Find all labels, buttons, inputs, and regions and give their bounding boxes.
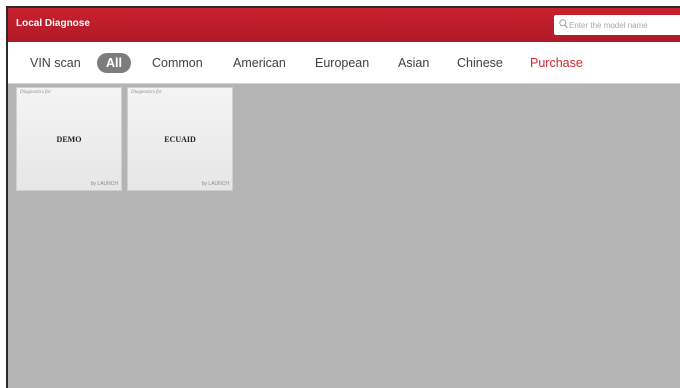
tab-all[interactable]: All [97, 53, 131, 73]
category-tabs: VIN scan All Common American European As… [8, 42, 680, 84]
card-caption: Diagnostics for [20, 90, 51, 95]
card-vendor: by LAUNCH [90, 181, 118, 187]
tab-asian[interactable]: Asian [398, 53, 429, 73]
tab-common[interactable]: Common [152, 53, 203, 73]
app-window: Local Diagnose VIN scan All Common Ameri… [6, 6, 680, 388]
tab-purchase[interactable]: Purchase [530, 53, 583, 73]
software-card-demo[interactable]: Diagnostics for DEMO by LAUNCH [16, 87, 122, 191]
card-title: ECUAID [164, 135, 196, 144]
tab-chinese[interactable]: Chinese [457, 53, 503, 73]
tab-european[interactable]: European [315, 53, 369, 73]
card-vendor: by LAUNCH [201, 181, 229, 187]
tab-vin-scan[interactable]: VIN scan [30, 53, 81, 73]
tab-american[interactable]: American [233, 53, 286, 73]
search-icon [559, 19, 568, 29]
page-title: Local Diagnose [16, 18, 90, 29]
card-caption: Diagnostics for [131, 90, 162, 95]
search-box[interactable] [554, 15, 680, 35]
software-card-ecuaid[interactable]: Diagnostics for ECUAID by LAUNCH [127, 87, 233, 191]
search-input[interactable] [569, 17, 677, 33]
title-bar: Local Diagnose [8, 8, 680, 42]
card-title: DEMO [56, 135, 82, 144]
